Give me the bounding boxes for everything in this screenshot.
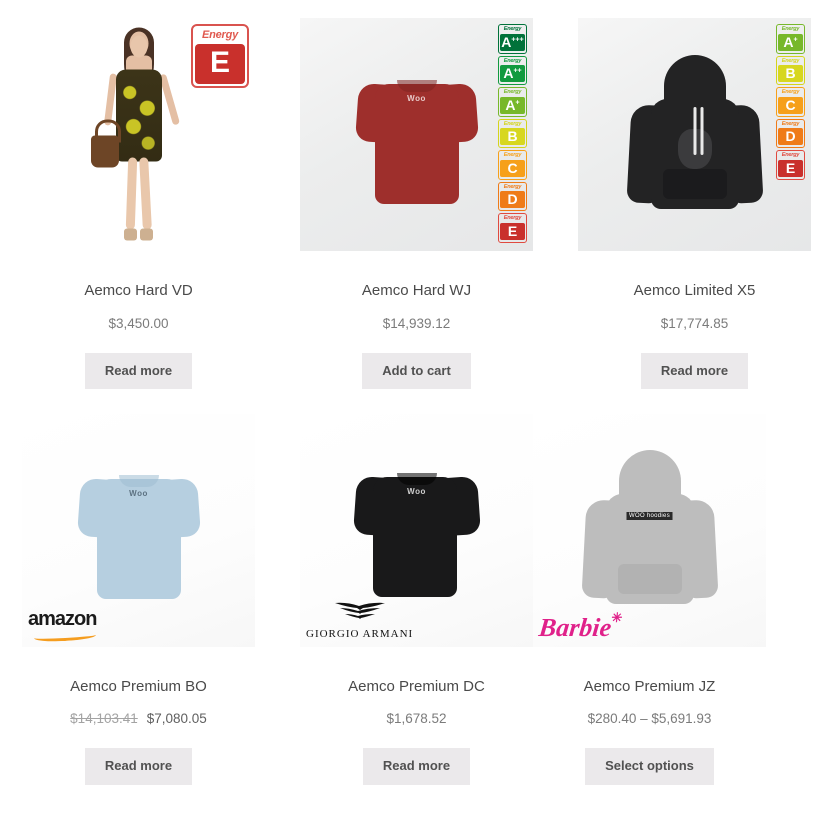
energy-label-grade: A+ bbox=[500, 96, 525, 114]
energy-label-grade: A++ bbox=[500, 65, 525, 82]
add-to-cart-button[interactable]: Add to cart bbox=[362, 352, 471, 389]
read-more-button[interactable]: Read more bbox=[640, 352, 749, 389]
product-price: $3,450.00 bbox=[108, 315, 169, 331]
energy-label-word: Energy bbox=[781, 120, 800, 127]
product-card[interactable]: WOO hoodies Barbie ✳ Aemco Premium JZ $28… bbox=[533, 413, 766, 785]
product-price: $14,939.12 bbox=[382, 315, 451, 331]
product-card[interactable]: Woo GIORGIO ARMANI Aemco Premium DC $1,6… bbox=[300, 413, 533, 785]
product-title: Aemco Hard VD bbox=[84, 282, 193, 299]
product-card[interactable]: Energy E Aemco Hard VD $3,450.00 Read mo… bbox=[22, 18, 255, 389]
energy-label-badge: Energy D bbox=[498, 181, 527, 211]
energy-label-grade: A+++ bbox=[500, 33, 525, 51]
product-price-sale: $7,080.05 bbox=[146, 711, 207, 727]
read-more-button[interactable]: Read more bbox=[84, 748, 193, 785]
garment-brand-mark: Woo bbox=[407, 487, 426, 497]
energy-label-word: Energy bbox=[503, 215, 522, 221]
product-price-original: $14,103.41 bbox=[70, 711, 138, 727]
product-image-link[interactable]: Woo GIORGIO ARMANI bbox=[300, 413, 533, 647]
energy-label-word: Energy bbox=[503, 183, 522, 190]
energy-label-word: Energy bbox=[201, 29, 239, 41]
energy-label-badge: Energy A+++ bbox=[498, 24, 527, 54]
read-more-button[interactable]: Read more bbox=[84, 352, 193, 389]
energy-label-grade: D bbox=[500, 191, 525, 208]
energy-label-stack: Energy A+ Energy B Energy C Energy D Ene… bbox=[776, 24, 805, 180]
barbie-logo: Barbie ✳ bbox=[537, 610, 624, 642]
energy-label-badge: Energy C bbox=[776, 87, 805, 117]
barbie-logo-text: Barbie bbox=[537, 612, 613, 642]
product-price: $17,774.85 bbox=[660, 315, 729, 331]
black-tshirt-illustration: Woo bbox=[352, 459, 481, 601]
product-title: Aemco Premium JZ bbox=[583, 677, 716, 695]
energy-label-word: Energy bbox=[781, 57, 800, 64]
energy-label-grade: A+ bbox=[778, 33, 803, 51]
barbie-star-icon: ✳ bbox=[610, 609, 624, 625]
product-grid: Energy E Aemco Hard VD $3,450.00 Read mo… bbox=[0, 0, 832, 810]
product-title: Aemco Hard WJ bbox=[361, 282, 472, 299]
energy-label-badge: Energy B bbox=[776, 55, 805, 85]
energy-label-word: Energy bbox=[503, 57, 522, 64]
energy-label-word: Energy bbox=[781, 26, 800, 32]
energy-label-word: Energy bbox=[503, 26, 522, 32]
product-card[interactable]: Energy A+ Energy B Energy C Energy D Ene… bbox=[578, 18, 811, 389]
energy-label-grade: C bbox=[500, 159, 525, 177]
energy-label-badge: Energy E bbox=[776, 150, 805, 180]
energy-label-badge: Energy E bbox=[191, 24, 249, 88]
product-image-link[interactable]: Woo Energy A+++ Energy A++ Energy A+ Ene… bbox=[300, 18, 533, 251]
select-options-button[interactable]: Select options bbox=[585, 748, 714, 785]
energy-label-badge: Energy A+ bbox=[776, 24, 805, 54]
product-image: WOO hoodies bbox=[533, 413, 766, 647]
product-image-link[interactable]: WOO hoodies Barbie ✳ bbox=[533, 413, 766, 647]
armani-logo-text: GIORGIO ARMANI bbox=[306, 627, 414, 640]
amazon-logo: amazon bbox=[28, 609, 97, 643]
energy-label-badge: Energy D bbox=[776, 118, 805, 148]
product-price: $280.40 – $5,691.93 bbox=[587, 711, 712, 727]
garment-brand-mark: Woo bbox=[129, 489, 148, 499]
blue-tshirt-illustration: Woo bbox=[76, 461, 201, 600]
garment-brand-mark: Woo bbox=[407, 93, 426, 103]
energy-label-badge: Energy E bbox=[498, 213, 527, 243]
black-hoodie-illustration bbox=[625, 54, 764, 215]
product-title: Aemco Premium DC bbox=[348, 677, 485, 695]
energy-label-word: Energy bbox=[503, 89, 522, 95]
product-image-link[interactable]: Energy A+ Energy B Energy C Energy D Ene… bbox=[578, 18, 811, 251]
energy-label-word: Energy bbox=[503, 120, 522, 127]
dress-model-illustration bbox=[79, 27, 199, 242]
armani-eagle-icon bbox=[334, 602, 385, 619]
energy-label-word: Energy bbox=[781, 89, 800, 95]
energy-label-grade: E bbox=[195, 44, 245, 84]
garment-brand-mark: WOO hoodies bbox=[626, 512, 673, 521]
energy-label-grade: B bbox=[778, 65, 803, 82]
product-card[interactable]: Woo amazon Aemco Premium BO $14,103.41 $7… bbox=[22, 413, 255, 785]
product-price: $1,678.52 bbox=[386, 711, 447, 727]
product-title: Aemco Limited X5 bbox=[633, 282, 756, 299]
energy-label-word: Energy bbox=[503, 152, 522, 158]
product-image-link[interactable]: Woo amazon bbox=[22, 413, 255, 647]
giorgio-armani-logo: GIORGIO ARMANI bbox=[306, 601, 413, 641]
energy-label-badge: Energy A++ bbox=[498, 55, 527, 85]
read-more-button[interactable]: Read more bbox=[362, 748, 471, 785]
energy-label-stack: Energy E bbox=[191, 24, 249, 88]
energy-label-stack: Energy A+++ Energy A++ Energy A+ Energy … bbox=[498, 24, 527, 243]
energy-label-grade: E bbox=[500, 222, 525, 240]
product-price: $14,103.41 $7,080.05 bbox=[22, 711, 255, 726]
energy-label-badge: Energy A+ bbox=[498, 87, 527, 117]
product-title: Aemco Premium BO bbox=[70, 677, 207, 695]
energy-label-grade: D bbox=[778, 128, 803, 145]
energy-label-grade: B bbox=[500, 128, 525, 145]
product-card[interactable]: Woo Energy A+++ Energy A++ Energy A+ Ene… bbox=[300, 18, 533, 389]
energy-label-word: Energy bbox=[781, 152, 800, 158]
energy-label-badge: Energy C bbox=[498, 150, 527, 180]
energy-label-grade: C bbox=[778, 96, 803, 114]
energy-label-grade: E bbox=[778, 159, 803, 177]
red-tshirt-illustration: Woo bbox=[354, 66, 479, 204]
energy-label-badge: Energy B bbox=[498, 118, 527, 148]
gray-hoodie-illustration: WOO hoodies bbox=[580, 450, 719, 610]
product-image-link[interactable]: Energy E bbox=[22, 18, 255, 251]
